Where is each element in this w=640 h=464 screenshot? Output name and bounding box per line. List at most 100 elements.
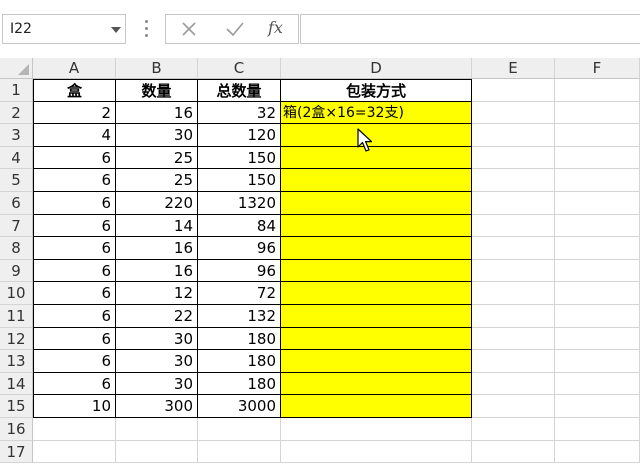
row-header-4[interactable]: 4 [0, 146, 33, 170]
cell-d8[interactable] [281, 237, 472, 260]
cell-f6[interactable] [555, 192, 640, 215]
row-header-2[interactable]: 2 [0, 101, 33, 125]
cell-d1[interactable]: 包装方式 [281, 79, 472, 102]
cell-a17[interactable] [33, 440, 116, 464]
close-icon[interactable] [168, 15, 208, 43]
cell-f4[interactable] [555, 146, 640, 170]
cell-a2[interactable]: 2 [33, 101, 116, 125]
check-icon[interactable] [214, 15, 254, 43]
column-header-d[interactable]: D [281, 58, 472, 79]
cell-c3[interactable]: 120 [198, 124, 281, 147]
cell-d15[interactable] [281, 395, 472, 418]
column-header-a[interactable]: A [33, 58, 116, 79]
cell-a1[interactable]: 盒 [33, 79, 116, 102]
cell-d2[interactable]: 箱(2盒×16=32支) [281, 101, 472, 125]
cell-e12[interactable] [472, 327, 555, 351]
cell-f3[interactable] [555, 124, 640, 147]
cell-e4[interactable] [472, 146, 555, 170]
cell-c4[interactable]: 150 [198, 146, 281, 170]
cell-b5[interactable]: 25 [116, 169, 198, 192]
cell-a13[interactable]: 6 [33, 350, 116, 373]
cell-a11[interactable]: 6 [33, 305, 116, 328]
cell-f17[interactable] [555, 440, 640, 464]
row-header-10[interactable]: 10 [0, 282, 33, 305]
cell-e11[interactable] [472, 305, 555, 328]
row-header-6[interactable]: 6 [0, 192, 33, 215]
cell-e15[interactable] [472, 395, 555, 418]
cell-a12[interactable]: 6 [33, 327, 116, 351]
cell-c7[interactable]: 84 [198, 214, 281, 238]
row-header-15[interactable]: 15 [0, 395, 33, 418]
cell-f10[interactable] [555, 282, 640, 305]
cell-f8[interactable] [555, 237, 640, 260]
cell-d10[interactable] [281, 282, 472, 305]
name-box-value[interactable]: I22 [10, 21, 32, 37]
cell-c6[interactable]: 1320 [198, 192, 281, 215]
cell-f1[interactable] [555, 79, 640, 102]
cell-c15[interactable]: 3000 [198, 395, 281, 418]
row-header-12[interactable]: 12 [0, 327, 33, 351]
cell-b14[interactable]: 30 [116, 372, 198, 396]
cell-d17[interactable] [281, 440, 472, 464]
cell-d9[interactable] [281, 259, 472, 283]
cell-a4[interactable]: 6 [33, 146, 116, 170]
cell-f11[interactable] [555, 305, 640, 328]
cell-a8[interactable]: 6 [33, 237, 116, 260]
cell-f2[interactable] [555, 101, 640, 125]
column-header-f[interactable]: F [555, 58, 640, 79]
cell-a9[interactable]: 6 [33, 259, 116, 283]
function-icon[interactable]: fx [258, 15, 298, 43]
row-header-9[interactable]: 9 [0, 259, 33, 283]
cell-a10[interactable]: 6 [33, 282, 116, 305]
cell-d11[interactable] [281, 305, 472, 328]
cell-b6[interactable]: 220 [116, 192, 198, 215]
cell-d6[interactable] [281, 192, 472, 215]
row-header-3[interactable]: 3 [0, 124, 33, 147]
cell-b16[interactable] [116, 418, 198, 441]
row-header-1[interactable]: 1 [0, 79, 33, 102]
cell-a16[interactable] [33, 418, 116, 441]
cell-a7[interactable]: 6 [33, 214, 116, 238]
row-header-13[interactable]: 13 [0, 350, 33, 373]
row-header-7[interactable]: 7 [0, 214, 33, 238]
cell-f12[interactable] [555, 327, 640, 351]
cell-e13[interactable] [472, 350, 555, 373]
cell-b13[interactable]: 30 [116, 350, 198, 373]
cell-e2[interactable] [472, 101, 555, 125]
cell-c9[interactable]: 96 [198, 259, 281, 283]
cell-f7[interactable] [555, 214, 640, 238]
row-header-8[interactable]: 8 [0, 237, 33, 260]
cell-c1[interactable]: 总数量 [198, 79, 281, 102]
cell-b10[interactable]: 12 [116, 282, 198, 305]
cell-e17[interactable] [472, 440, 555, 464]
cell-a14[interactable]: 6 [33, 372, 116, 396]
row-header-14[interactable]: 14 [0, 372, 33, 396]
cell-f16[interactable] [555, 418, 640, 441]
cell-d13[interactable] [281, 350, 472, 373]
cell-d16[interactable] [281, 418, 472, 441]
cell-f14[interactable] [555, 372, 640, 396]
cell-b8[interactable]: 16 [116, 237, 198, 260]
chevron-down-icon[interactable] [111, 27, 121, 33]
cell-f15[interactable] [555, 395, 640, 418]
cell-f5[interactable] [555, 169, 640, 192]
cell-c16[interactable] [198, 418, 281, 441]
name-box[interactable]: I22 [2, 14, 126, 44]
column-header-c[interactable]: C [198, 58, 281, 79]
cell-c11[interactable]: 132 [198, 305, 281, 328]
cell-e6[interactable] [472, 192, 555, 215]
cell-b17[interactable] [116, 440, 198, 464]
cell-b15[interactable]: 300 [116, 395, 198, 418]
cell-f13[interactable] [555, 350, 640, 373]
cell-e8[interactable] [472, 237, 555, 260]
formula-input[interactable] [300, 14, 640, 44]
cell-d14[interactable] [281, 372, 472, 396]
cell-e10[interactable] [472, 282, 555, 305]
row-header-17[interactable]: 17 [0, 440, 33, 464]
cell-e1[interactable] [472, 79, 555, 102]
cell-d5[interactable] [281, 169, 472, 192]
cell-c8[interactable]: 96 [198, 237, 281, 260]
cell-a6[interactable]: 6 [33, 192, 116, 215]
select-all-button[interactable] [0, 58, 33, 79]
row-header-11[interactable]: 11 [0, 305, 33, 328]
